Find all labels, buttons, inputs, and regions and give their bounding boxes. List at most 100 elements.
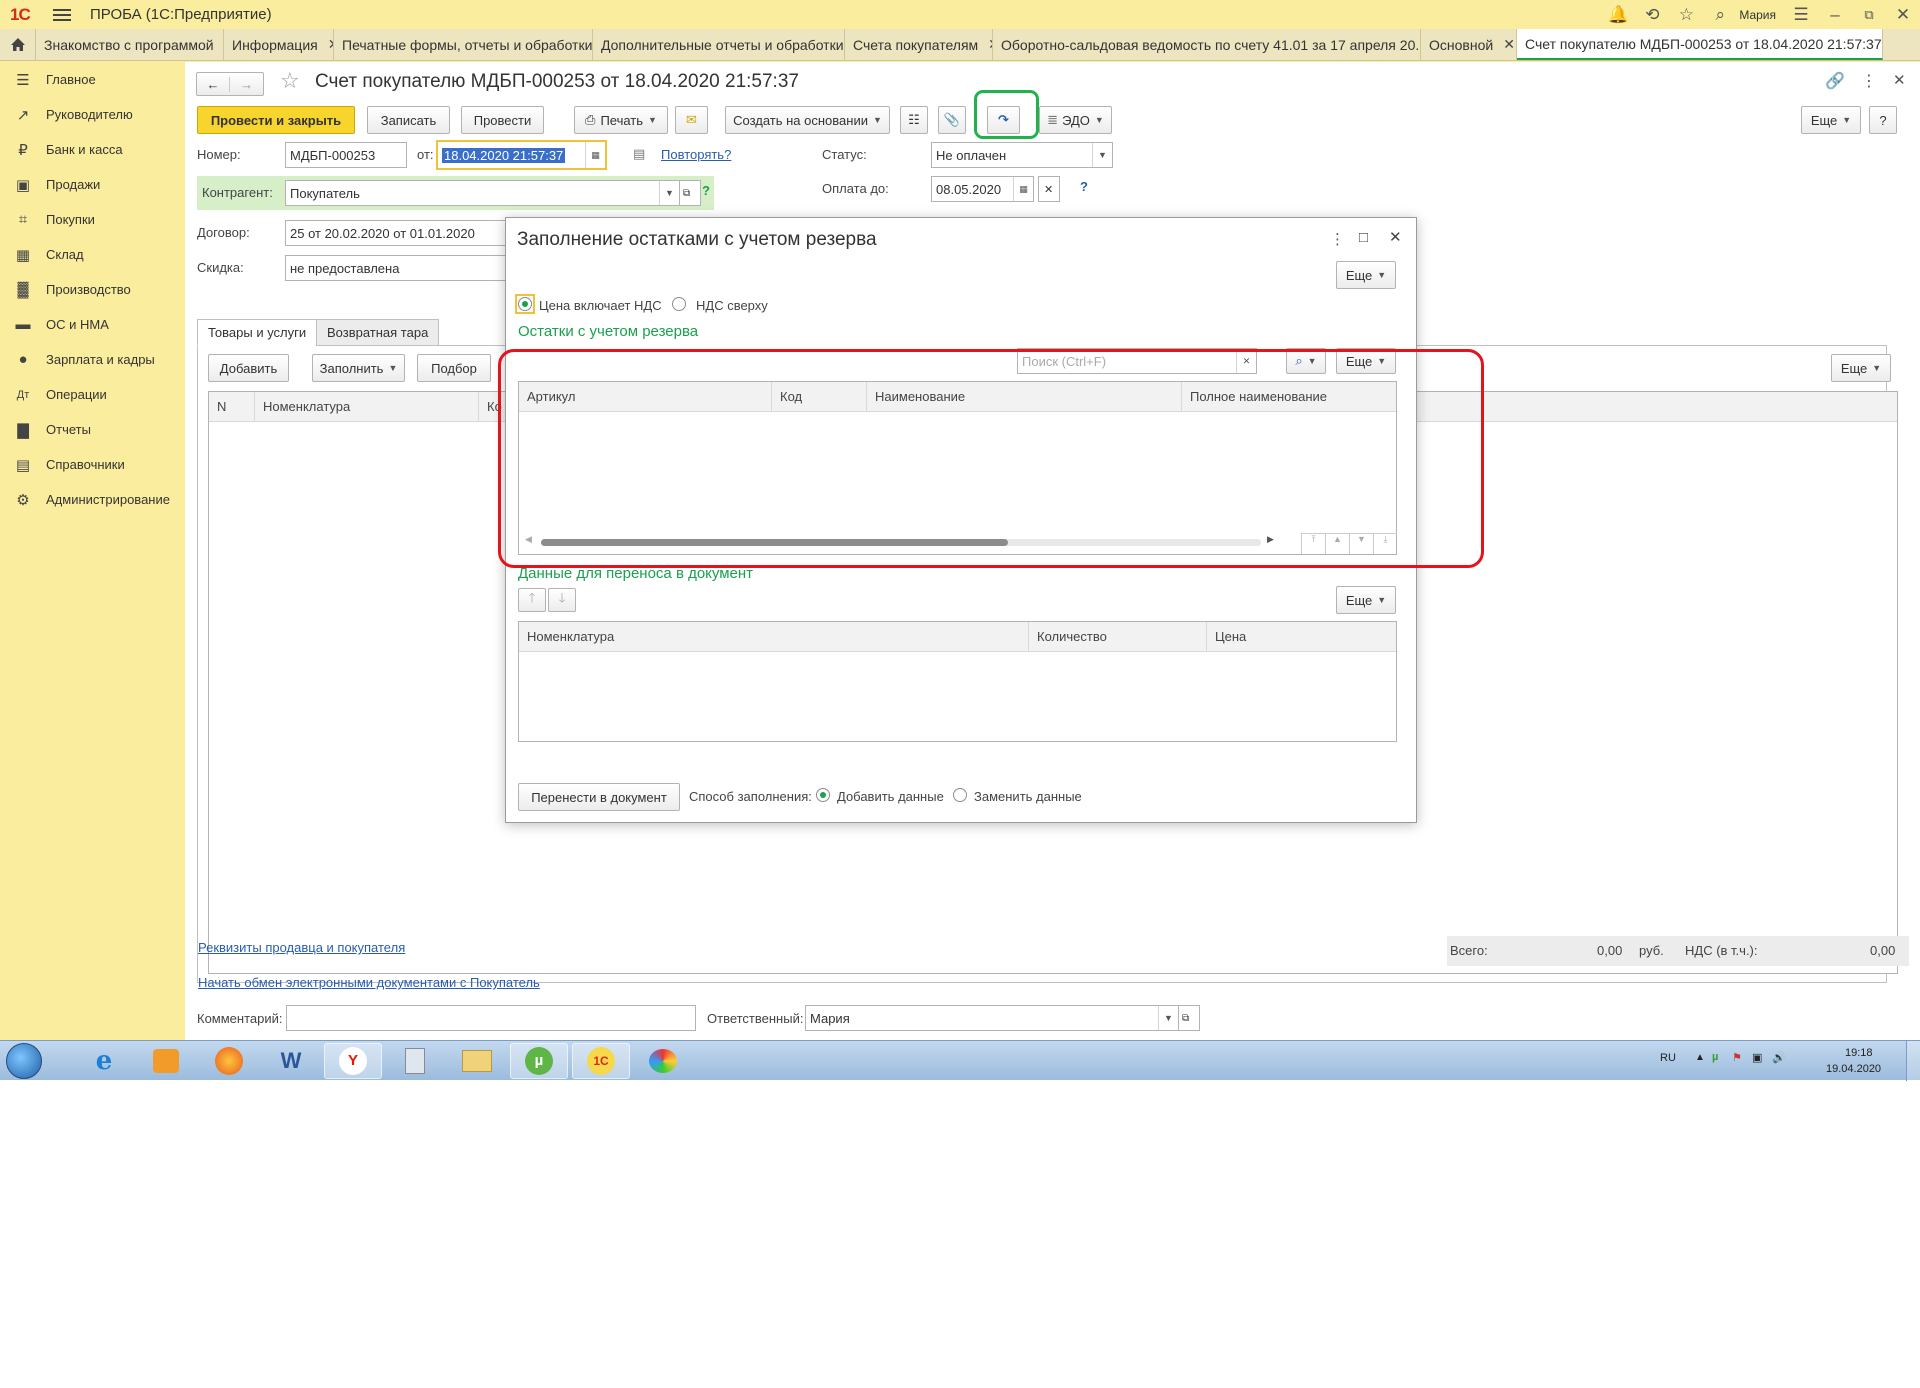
sidebar-item-bank[interactable]: ₽ Банк и касса <box>0 132 185 167</box>
tab-info[interactable]: Информация✕ <box>224 29 334 60</box>
transfer-more-button[interactable]: Еще ▼ <box>1336 586 1396 614</box>
transfer-table[interactable]: Номенклатура Количество Цена <box>518 621 1397 742</box>
requisites-link[interactable]: Реквизиты продавца и покупателя <box>198 940 405 955</box>
sidebar-item-warehouse[interactable]: ▦ Склад <box>0 237 185 272</box>
security-tray-icon[interactable]: ⚑ <box>1732 1051 1742 1064</box>
column-quantity[interactable]: Количество <box>1029 622 1207 652</box>
sidebar-item-fixed-assets[interactable]: ▬ ОС и НМА <box>0 307 185 342</box>
open-icon[interactable]: ⧉ <box>1178 1005 1200 1031</box>
paint-icon[interactable] <box>634 1043 692 1079</box>
star-icon[interactable]: ☆ <box>1669 5 1703 25</box>
media-player-icon[interactable] <box>137 1043 195 1079</box>
discount-field[interactable]: не предоставлена <box>285 255 510 281</box>
language-indicator[interactable]: RU <box>1660 1052 1676 1064</box>
ie-icon[interactable]: e <box>75 1043 133 1079</box>
attach-button[interactable]: 📎 <box>938 106 966 134</box>
print-button[interactable]: ⎙ Печать ▼ <box>574 106 668 134</box>
fill-add-radio[interactable] <box>816 788 830 802</box>
tab-main[interactable]: Основной ✕ <box>1421 29 1517 60</box>
fill-button[interactable]: Заполнить ▼ <box>312 354 405 382</box>
sidebar-item-operations[interactable]: Дт Операции <box>0 377 185 412</box>
tab-customer-invoices[interactable]: Счета покупателям✕ <box>845 29 993 60</box>
maximize-icon[interactable]: □ <box>1359 229 1368 246</box>
user-name[interactable]: Мария <box>1739 8 1776 22</box>
sidebar-item-sales[interactable]: ▣ Продажи <box>0 167 185 202</box>
chevron-down-icon[interactable]: ▼ <box>1092 143 1112 167</box>
move-up-button[interactable]: 🡑 <box>518 588 546 612</box>
close-icon[interactable]: ✕ <box>1389 228 1402 246</box>
fill-replace-label[interactable]: Заменить данные <box>974 789 1082 804</box>
contract-field[interactable]: 25 от 20.02.2020 от 01.01.2020 <box>285 220 510 246</box>
sidebar-item-main[interactable]: ☰ Главное <box>0 62 185 97</box>
start-button[interactable] <box>6 1043 42 1079</box>
edo-button[interactable]: ≣ ЭДО ▼ <box>1039 106 1112 134</box>
hamburger-menu-icon[interactable] <box>53 6 71 22</box>
restore-icon[interactable]: ⧉ <box>1852 7 1886 23</box>
tab-close-icon[interactable]: ✕ <box>1503 36 1515 53</box>
pay-until-field[interactable]: 08.05.2020 ▦ <box>931 176 1034 202</box>
1c-logo[interactable]: 1С <box>10 5 31 25</box>
clock-date[interactable]: 19.04.2020 <box>1826 1063 1881 1075</box>
calendar-icon[interactable]: ▦ <box>1013 177 1033 201</box>
word-icon[interactable]: W <box>262 1043 320 1079</box>
open-icon[interactable]: ⧉ <box>679 180 701 206</box>
post-and-close-button[interactable]: Провести и закрыть <box>197 106 355 134</box>
tab-additional-reports[interactable]: Дополнительные отчеты и обработки✕ <box>593 29 845 60</box>
link-icon[interactable]: 🔗 <box>1825 71 1845 91</box>
sidebar-item-production[interactable]: ▓ Производство <box>0 272 185 307</box>
more-button[interactable]: Еще ▼ <box>1831 354 1891 382</box>
utorrent-tray-icon[interactable]: µ <box>1712 1051 1718 1063</box>
transfer-to-document-button[interactable]: Перенести в документ <box>518 783 680 811</box>
post-button[interactable]: Провести <box>461 106 544 134</box>
comment-doc-icon[interactable]: ▤ <box>633 146 645 162</box>
move-down-button[interactable]: 🡓 <box>548 588 576 612</box>
firefox-icon[interactable] <box>200 1043 258 1079</box>
help-icon[interactable]: ? <box>1080 179 1088 194</box>
email-button[interactable]: ✉ <box>675 106 708 134</box>
add-button[interactable]: Добавить <box>208 354 289 382</box>
calculator-icon[interactable] <box>386 1043 444 1079</box>
save-button[interactable]: Записать <box>367 106 450 134</box>
sidebar-item-reports[interactable]: ▇ Отчеты <box>0 412 185 447</box>
fill-add-label[interactable]: Добавить данные <box>837 789 944 804</box>
sidebar-item-purchases[interactable]: ⌗ Покупки <box>0 202 185 237</box>
sidebar-item-admin[interactable]: ⚙ Администрирование <box>0 482 185 517</box>
help-icon[interactable]: ? <box>702 183 710 198</box>
tab-intro[interactable]: Знакомство с программой✕ <box>36 29 224 60</box>
kebab-menu-icon[interactable]: ⋮ <box>1861 71 1877 91</box>
settings-menu-icon[interactable]: ☰ <box>1784 5 1818 25</box>
fill-replace-radio[interactable] <box>953 788 967 802</box>
clock-time[interactable]: 19:18 <box>1845 1047 1873 1059</box>
tab-current-invoice[interactable]: Счет покупателю МДБП-000253 от 18.04.202… <box>1517 29 1883 60</box>
status-select[interactable]: Не оплачен ▼ <box>931 142 1113 168</box>
column-n[interactable]: N <box>209 392 255 422</box>
column-nomenclature[interactable]: Номенклатура <box>255 392 479 422</box>
minimize-icon[interactable]: – <box>1818 5 1852 25</box>
edo-exchange-link[interactable]: Начать обмен электронными документами с … <box>198 975 540 990</box>
column-price[interactable]: Цена <box>1207 622 1396 652</box>
tab-goods-services[interactable]: Товары и услуги <box>197 319 318 346</box>
show-desktop-button[interactable] <box>1906 1041 1920 1081</box>
chevron-down-icon[interactable]: ▼ <box>659 181 679 205</box>
bell-icon[interactable]: 🔔 <box>1601 5 1635 25</box>
tab-print-forms[interactable]: Печатные формы, отчеты и обработки✕ <box>334 29 593 60</box>
forward-arrow-icon[interactable]: → <box>230 77 263 92</box>
network-tray-icon[interactable]: ▣ <box>1752 1051 1762 1064</box>
column-nomenclature[interactable]: Номенклатура <box>519 622 1029 652</box>
dialog-more-button[interactable]: Еще ▼ <box>1336 261 1396 289</box>
back-arrow-icon[interactable]: ← <box>197 76 230 92</box>
price-incl-vat-radio[interactable] <box>518 297 532 311</box>
pick-button[interactable]: Подбор <box>417 354 491 382</box>
favorite-star-icon[interactable]: ☆ <box>280 68 300 94</box>
responsible-field[interactable]: Мария ▼ <box>805 1005 1179 1031</box>
vat-on-top-label[interactable]: НДС сверху <box>696 298 768 313</box>
tray-expand-icon[interactable]: ▲ <box>1695 1052 1705 1063</box>
1c-enterprise-icon[interactable]: 1С <box>572 1043 630 1079</box>
calendar-icon[interactable]: ▦ <box>585 142 605 168</box>
tab-returnable-tare[interactable]: Возвратная тара <box>316 319 440 346</box>
close-icon[interactable]: ✕ <box>1886 5 1920 25</box>
sidebar-item-manager[interactable]: ↗ Руководителю <box>0 97 185 132</box>
tab-turnover-sheet[interactable]: Оборотно-сальдовая ведомость по счету 41… <box>993 29 1421 60</box>
utorrent-icon[interactable]: µ <box>510 1043 568 1079</box>
explorer-icon[interactable] <box>448 1043 506 1079</box>
